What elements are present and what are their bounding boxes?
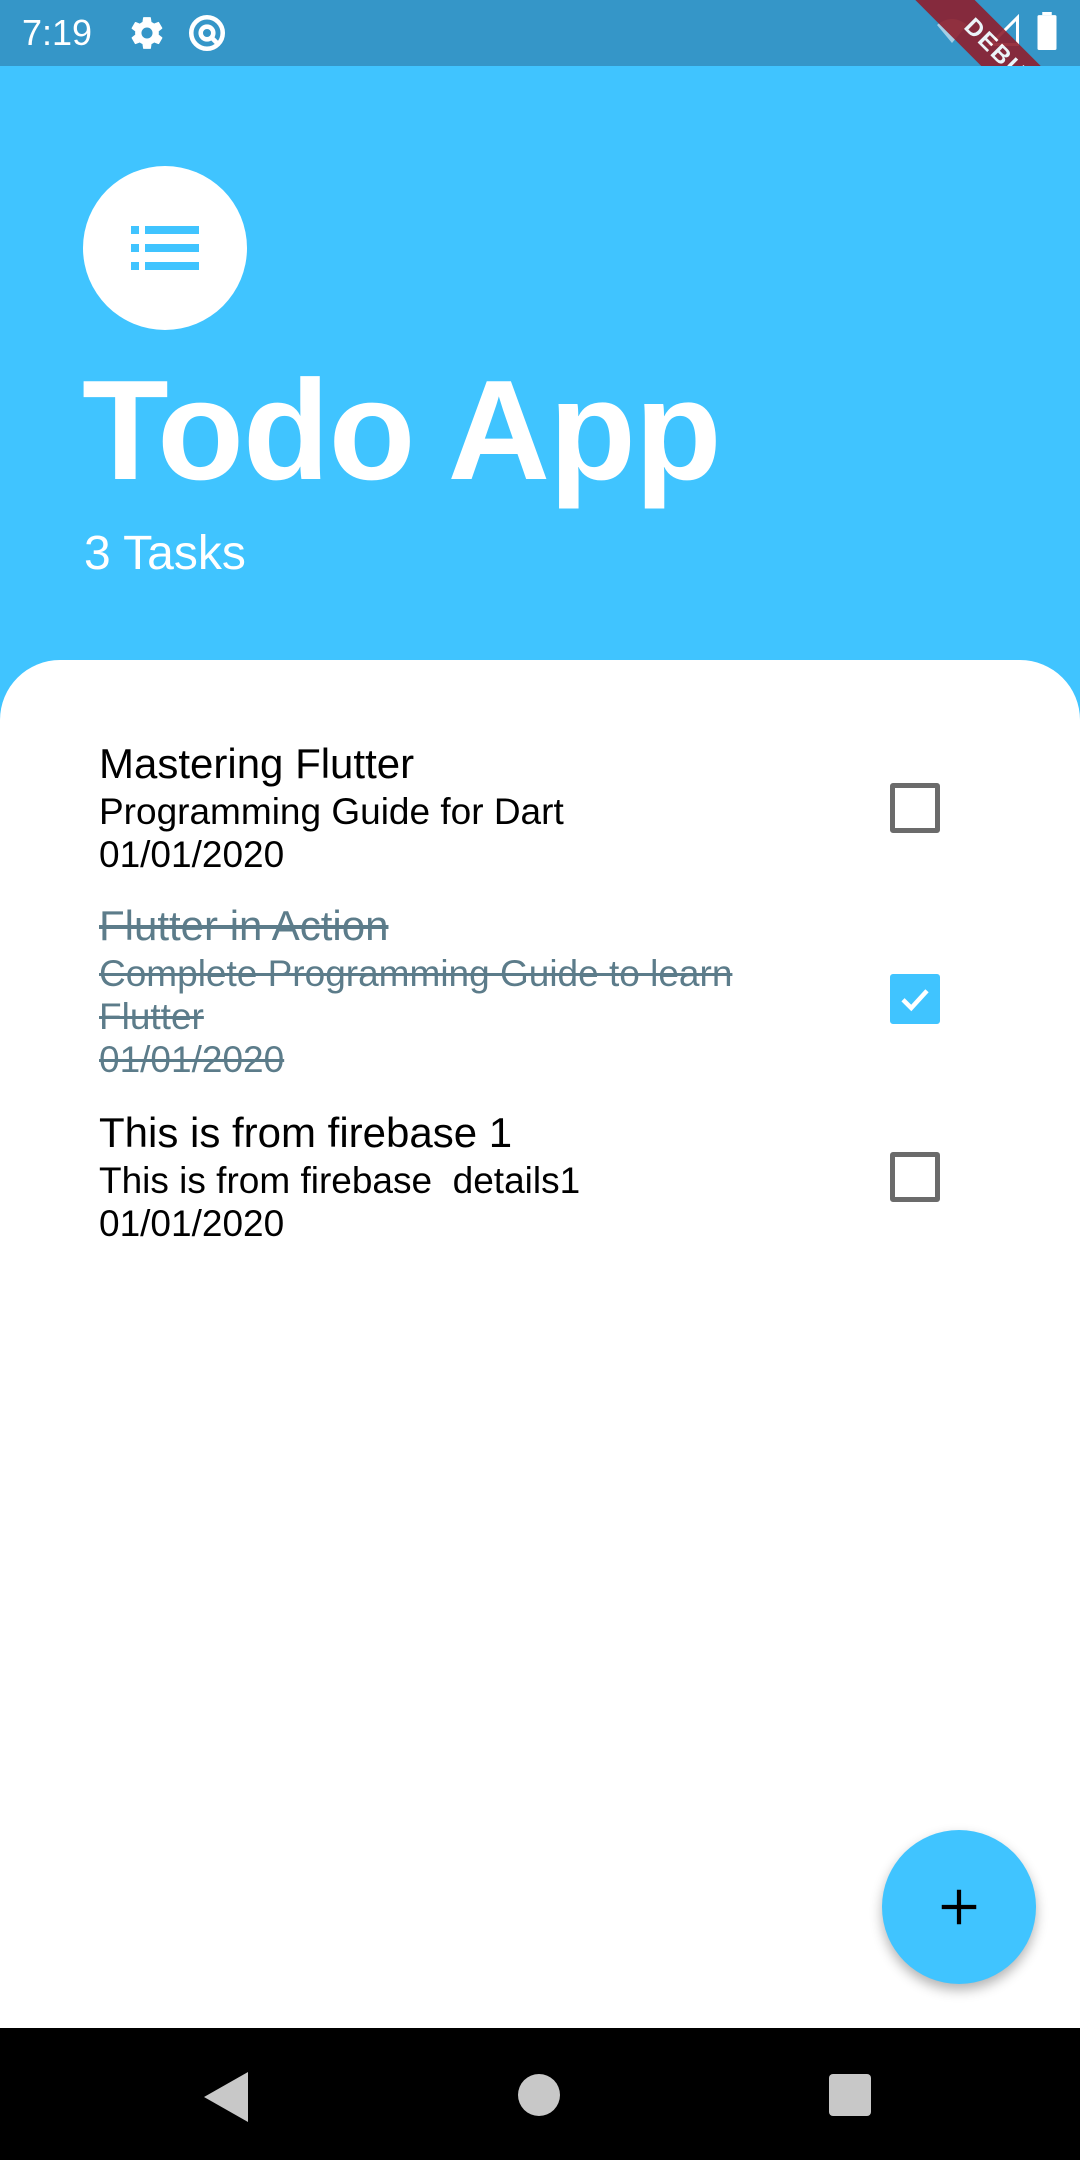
todo-checkbox[interactable] xyxy=(890,1152,940,1202)
todo-title: This is from firebase 1 xyxy=(99,1109,513,1156)
app-header: Todo App 3 Tasks xyxy=(0,66,1080,666)
todo-date: 01/01/2020 xyxy=(99,834,285,875)
todo-detail: Programming Guide for Dart xyxy=(99,791,564,832)
battery-icon xyxy=(1037,12,1057,50)
system-nav-bar xyxy=(0,2028,1080,2160)
list-icon xyxy=(131,226,199,270)
sync-circle-icon xyxy=(188,14,226,52)
status-bar: 7:19 DEBUG xyxy=(0,0,1080,164)
check-icon xyxy=(901,989,929,1012)
status-time: 7:19 xyxy=(22,12,93,53)
page-title: Todo App xyxy=(82,351,722,510)
todo-detail: This is from firebase details1 xyxy=(99,1160,581,1201)
add-todo-button[interactable] xyxy=(882,1830,1036,1984)
todo-date: 01/01/2020 xyxy=(99,1039,285,1080)
back-icon[interactable] xyxy=(204,2072,248,2122)
todo-checkbox[interactable] xyxy=(890,974,940,1024)
todo-title: Mastering Flutter xyxy=(99,740,415,787)
todo-checkbox[interactable] xyxy=(890,783,940,833)
todo-date: 01/01/2020 xyxy=(99,1203,285,1244)
app-logo xyxy=(83,166,247,330)
task-count: 3 Tasks xyxy=(84,527,246,580)
plus-icon xyxy=(941,1889,977,1925)
todo-detail: Complete Programming Guide to learn Flut… xyxy=(99,953,733,1037)
settings-gear-icon xyxy=(131,17,163,49)
home-icon[interactable] xyxy=(518,2074,560,2116)
todo-title: Flutter in Action xyxy=(99,902,389,949)
recents-icon[interactable] xyxy=(829,2074,871,2116)
todo-list: Mastering Flutter Programming Guide for … xyxy=(0,660,1080,2028)
